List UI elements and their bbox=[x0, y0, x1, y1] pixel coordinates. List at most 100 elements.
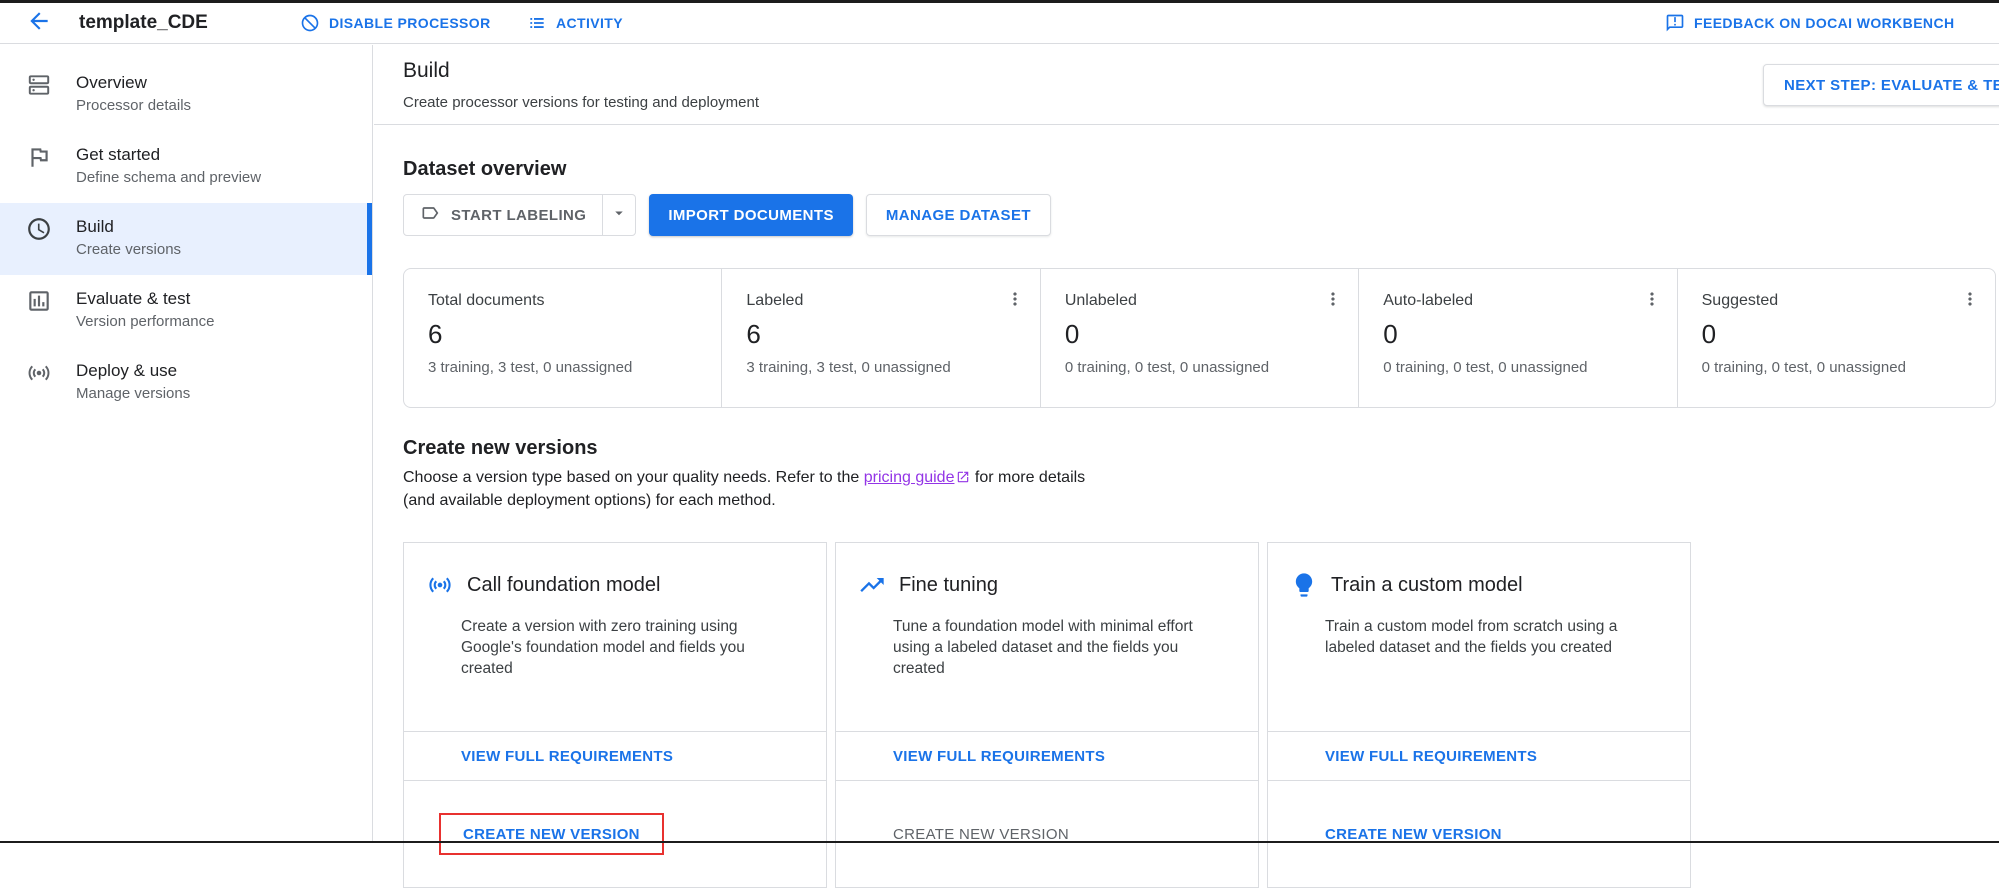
sidebar-item-sublabel: Processor details bbox=[76, 95, 191, 117]
card-header: Fine tuning bbox=[836, 543, 1258, 599]
view-full-requirements-link[interactable]: VIEW FULL REQUIREMENTS bbox=[836, 731, 1258, 780]
kebab-icon bbox=[1960, 289, 1980, 314]
labeled-menu-button[interactable] bbox=[1002, 288, 1028, 314]
screenshot-top-edge bbox=[0, 0, 1999, 3]
stat-label: Suggested bbox=[1702, 292, 1975, 310]
feedback-button[interactable]: FEEDBACK ON DOCAI WORKBENCH bbox=[1665, 13, 1954, 33]
lightbulb-icon bbox=[1290, 571, 1318, 599]
broadcast-icon bbox=[26, 360, 52, 386]
feedback-icon bbox=[1665, 13, 1685, 33]
stat-detail: 0 training, 0 test, 0 unassigned bbox=[1702, 359, 1975, 376]
kebab-icon bbox=[1323, 289, 1343, 314]
card-description: Train a custom model from scratch using … bbox=[1268, 599, 1690, 658]
start-labeling-dropdown[interactable] bbox=[602, 194, 636, 236]
create-new-version-row: CREATE NEW VERSION bbox=[404, 780, 826, 887]
manage-dataset-button[interactable]: MANAGE DATASET bbox=[866, 194, 1051, 236]
create-new-version-row: CREATE NEW VERSION bbox=[1268, 780, 1690, 887]
stat-label: Auto-labeled bbox=[1383, 292, 1656, 310]
description-line-1: Choose a version type based on your qual… bbox=[403, 467, 1085, 490]
suggested-menu-button[interactable] bbox=[1957, 288, 1983, 314]
sidebar-item-deploy-use[interactable]: Deploy & use Manage versions bbox=[0, 347, 372, 419]
dataset-stats-card: Total documents 6 3 training, 3 test, 0 … bbox=[403, 268, 1996, 408]
stat-detail: 0 training, 0 test, 0 unassigned bbox=[1383, 359, 1656, 376]
feedback-label: FEEDBACK ON DOCAI WORKBENCH bbox=[1694, 15, 1954, 31]
sidebar-item-sublabel: Version performance bbox=[76, 311, 214, 333]
requirements-label: VIEW FULL REQUIREMENTS bbox=[1325, 748, 1537, 765]
antenna-waves-icon bbox=[426, 571, 454, 599]
sidebar-item-overview[interactable]: Overview Processor details bbox=[0, 59, 372, 131]
block-icon bbox=[300, 13, 320, 33]
clock-icon bbox=[26, 216, 52, 242]
description-text: for more details bbox=[970, 469, 1085, 486]
auto-labeled-menu-button[interactable] bbox=[1639, 288, 1665, 314]
pricing-guide-link[interactable]: pricing guide bbox=[864, 469, 955, 486]
card-header: Train a custom model bbox=[1268, 543, 1690, 599]
red-annotation-box: CREATE NEW VERSION bbox=[439, 813, 664, 855]
back-arrow-icon bbox=[26, 8, 52, 39]
page-header: Build Create processor versions for test… bbox=[374, 45, 1999, 125]
create-new-version-button[interactable]: CREATE NEW VERSION bbox=[463, 826, 640, 843]
unlabeled-menu-button[interactable] bbox=[1320, 288, 1346, 314]
sidebar-item-label: Build bbox=[76, 215, 181, 239]
sidebar-item-sublabel: Create versions bbox=[76, 239, 181, 261]
activity-label: ACTIVITY bbox=[556, 15, 623, 31]
description-text: Choose a version type based on your qual… bbox=[403, 469, 864, 486]
create-new-version-button[interactable]: CREATE NEW VERSION bbox=[1325, 826, 1502, 843]
stat-labeled: Labeled 6 3 training, 3 test, 0 unassign… bbox=[721, 269, 1039, 407]
create-versions-description: Choose a version type based on your qual… bbox=[403, 467, 1085, 511]
sidebar-item-label: Evaluate & test bbox=[76, 287, 214, 311]
stat-value: 0 bbox=[1383, 319, 1656, 350]
start-labeling-label: START LABELING bbox=[451, 207, 586, 224]
stat-label: Unlabeled bbox=[1065, 292, 1338, 310]
stat-value: 6 bbox=[428, 319, 701, 350]
import-documents-label: IMPORT DOCUMENTS bbox=[668, 207, 834, 224]
create-new-version-button-disabled: CREATE NEW VERSION bbox=[893, 826, 1069, 843]
sidebar-item-get-started[interactable]: Get started Define schema and preview bbox=[0, 131, 372, 203]
sidebar-item-build[interactable]: Build Create versions bbox=[0, 203, 372, 275]
card-description: Tune a foundation model with minimal eff… bbox=[836, 599, 1258, 679]
disable-processor-label: DISABLE PROCESSOR bbox=[329, 15, 491, 31]
sidebar-item-evaluate-test[interactable]: Evaluate & test Version performance bbox=[0, 275, 372, 347]
sidebar-item-label: Overview bbox=[76, 71, 191, 95]
stat-unlabeled: Unlabeled 0 0 training, 0 test, 0 unassi… bbox=[1040, 269, 1358, 407]
next-step-button[interactable]: NEXT STEP: EVALUATE & TEST bbox=[1763, 64, 1999, 106]
kebab-icon bbox=[1642, 289, 1662, 314]
back-button[interactable] bbox=[22, 6, 56, 40]
card-title: Call foundation model bbox=[467, 574, 660, 597]
stat-detail: 3 training, 3 test, 0 unassigned bbox=[428, 359, 701, 376]
stat-auto-labeled: Auto-labeled 0 0 training, 0 test, 0 una… bbox=[1358, 269, 1676, 407]
caret-down-icon bbox=[610, 204, 628, 227]
stat-label: Total documents bbox=[428, 292, 701, 310]
disable-processor-button[interactable]: DISABLE PROCESSOR bbox=[300, 13, 491, 33]
stat-suggested: Suggested 0 0 training, 0 test, 0 unassi… bbox=[1677, 269, 1995, 407]
dns-icon bbox=[26, 72, 52, 98]
stat-value: 0 bbox=[1702, 319, 1975, 350]
view-full-requirements-link[interactable]: VIEW FULL REQUIREMENTS bbox=[404, 731, 826, 780]
card-title: Train a custom model bbox=[1331, 574, 1523, 597]
manage-dataset-label: MANAGE DATASET bbox=[886, 207, 1031, 224]
processor-title: template_CDE bbox=[79, 12, 208, 34]
trending-up-icon bbox=[858, 571, 886, 599]
kebab-icon bbox=[1005, 289, 1025, 314]
dataset-actions: START LABELING IMPORT DOCUMENTS MANAGE D… bbox=[403, 194, 1051, 236]
stat-detail: 3 training, 3 test, 0 unassigned bbox=[746, 359, 1019, 376]
activity-button[interactable]: ACTIVITY bbox=[527, 13, 623, 33]
description-line-2: (and available deployment options) for e… bbox=[403, 490, 1085, 511]
create-new-versions-title: Create new versions bbox=[403, 437, 598, 460]
view-full-requirements-link[interactable]: VIEW FULL REQUIREMENTS bbox=[1268, 731, 1690, 780]
card-train-custom-model: Train a custom model Train a custom mode… bbox=[1267, 542, 1691, 888]
sidebar-item-label: Get started bbox=[76, 143, 261, 167]
sidebar: Overview Processor details Get started D… bbox=[0, 45, 373, 843]
bar-chart-icon bbox=[26, 288, 52, 314]
stat-total-documents: Total documents 6 3 training, 3 test, 0 … bbox=[404, 269, 721, 407]
page-subtitle: Create processor versions for testing an… bbox=[403, 94, 759, 111]
stat-value: 6 bbox=[746, 319, 1019, 350]
import-documents-button[interactable]: IMPORT DOCUMENTS bbox=[649, 194, 853, 236]
stat-value: 0 bbox=[1065, 319, 1338, 350]
start-labeling-button[interactable]: START LABELING bbox=[403, 194, 603, 236]
version-type-cards: Call foundation model Create a version w… bbox=[403, 542, 1691, 888]
stat-label: Labeled bbox=[746, 292, 1019, 310]
flag-icon bbox=[26, 144, 52, 170]
stat-detail: 0 training, 0 test, 0 unassigned bbox=[1065, 359, 1338, 376]
sidebar-item-sublabel: Manage versions bbox=[76, 383, 190, 405]
